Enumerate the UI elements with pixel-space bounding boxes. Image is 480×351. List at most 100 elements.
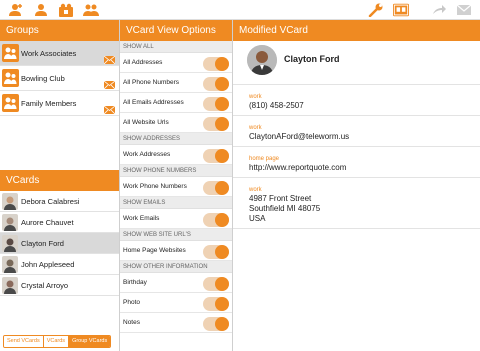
group-row[interactable]: Family Members	[0, 91, 119, 116]
option-label: Photo	[123, 299, 140, 306]
option-section-header: SHOW ADDRESSES	[120, 133, 232, 145]
option-toggle[interactable]	[203, 97, 229, 111]
option-row: Work Emails	[120, 209, 232, 229]
group-row[interactable]: Bowling Club	[0, 66, 119, 91]
avatar	[2, 256, 18, 273]
modified-vcard-panel: Modified VCard Clayton Ford work (810) 45…	[233, 20, 480, 351]
option-row: Work Addresses	[120, 145, 232, 165]
option-section-header: SHOW OTHER INFORMATION	[120, 261, 232, 273]
toggle-knob	[215, 77, 229, 91]
contact-icon[interactable]	[33, 3, 49, 17]
option-label: All Addresses	[123, 59, 163, 66]
option-toggle[interactable]	[203, 117, 229, 131]
option-row: All Phone Numbers	[120, 73, 232, 93]
vcard-list: Debora Calabresi Aurore Chauvet Clayton Fo…	[0, 191, 119, 296]
option-toggle[interactable]	[203, 181, 229, 195]
forward-icon[interactable]	[431, 3, 447, 17]
vcards-header: VCards	[0, 170, 119, 191]
vcard-field: home page http://www.reportquote.com	[233, 147, 480, 178]
avatar	[2, 235, 18, 252]
vcard-field: work ClaytonAFord@teleworm.us	[233, 116, 480, 147]
field-label: home page	[249, 156, 280, 162]
group-list: Work Associates Bowling Club Family Member…	[0, 41, 119, 116]
add-contact-icon[interactable]	[8, 3, 24, 17]
toggle-knob	[215, 277, 229, 291]
option-label: Work Phone Numbers	[123, 183, 187, 190]
toggle-knob	[215, 317, 229, 331]
contact-name: Clayton Ford	[284, 54, 340, 64]
vcard-row[interactable]: Clayton Ford	[0, 233, 119, 254]
option-toggle[interactable]	[203, 213, 229, 227]
field-value: 4987 Front Street Southfield MI 48075 US…	[249, 194, 321, 223]
option-toggle[interactable]	[203, 245, 229, 259]
segment-send-vcards[interactable]: Send VCards	[4, 336, 44, 347]
vcard-row[interactable]: Debora Calabresi	[0, 191, 119, 212]
group-people-icon	[2, 69, 19, 87]
toggle-knob	[215, 57, 229, 71]
segment-vcards[interactable]: VCards	[43, 336, 70, 347]
view-options-panel: VCard View Options SHOW ALL All Addresses…	[120, 20, 233, 351]
group-label: Bowling Club	[21, 74, 65, 83]
field-value: ClaytonAFord@teleworm.us	[249, 132, 350, 141]
option-toggle[interactable]	[203, 317, 229, 331]
option-section-header: SHOW EMAILS	[120, 197, 232, 209]
option-section-header: SHOW PHONE NUMBERS	[120, 165, 232, 177]
field-label: work	[249, 187, 262, 193]
toolbar	[0, 0, 480, 20]
option-toggle[interactable]	[203, 297, 229, 311]
option-label: All Website Urls	[123, 119, 169, 126]
group-label: Family Members	[21, 99, 77, 108]
option-row: Work Phone Numbers	[120, 177, 232, 197]
option-label: Home Page Websites	[123, 247, 186, 254]
option-label: Work Emails	[123, 215, 160, 222]
option-toggle[interactable]	[203, 149, 229, 163]
group-people-icon	[2, 44, 19, 62]
field-value: (810) 458-2507	[249, 101, 304, 110]
groups-header: Groups	[0, 20, 119, 41]
groups-panel: Groups Work Associates Bowling Club Family…	[0, 20, 120, 351]
toggle-knob	[215, 213, 229, 227]
option-label: Notes	[123, 319, 140, 326]
send-group-mail-icon[interactable]	[103, 49, 116, 65]
vcard-icon[interactable]	[393, 3, 411, 17]
option-toggle[interactable]	[203, 277, 229, 291]
field-value: http://www.reportquote.com	[249, 163, 347, 172]
wrench-icon[interactable]	[368, 3, 384, 17]
option-row: All Website Urls	[120, 113, 232, 133]
option-section-header: SHOW ALL	[120, 41, 232, 53]
vcard-field: work 4987 Front Street Southfield MI 4807…	[233, 178, 480, 229]
toggle-knob	[215, 117, 229, 131]
options-list: SHOW ALL All Addresses All Phone Numbers Al…	[120, 41, 232, 333]
send-group-mail-icon[interactable]	[103, 74, 116, 90]
vcard-row[interactable]: Aurore Chauvet	[0, 212, 119, 233]
group-contacts-icon[interactable]	[58, 3, 74, 17]
group-icon[interactable]	[83, 3, 99, 17]
option-row: All Addresses	[120, 53, 232, 73]
vcard-name: Clayton Ford	[21, 239, 64, 248]
option-label: Birthday	[123, 279, 147, 286]
avatar	[2, 214, 18, 231]
toggle-knob	[215, 297, 229, 311]
option-toggle[interactable]	[203, 77, 229, 91]
group-people-icon	[2, 94, 19, 112]
send-group-mail-icon[interactable]	[103, 99, 116, 115]
group-row[interactable]: Work Associates	[0, 41, 119, 66]
option-label: All Phone Numbers	[123, 79, 179, 86]
contact-header: Clayton Ford	[233, 41, 480, 85]
option-row: Home Page Websites	[120, 241, 232, 261]
modified-vcard-header: Modified VCard	[233, 20, 480, 41]
option-toggle[interactable]	[203, 57, 229, 71]
segment-group-vcards[interactable]: Group VCards	[69, 336, 111, 347]
vcard-row[interactable]: Crystal Arroyo	[0, 275, 119, 296]
field-label: work	[249, 94, 262, 100]
toggle-knob	[215, 149, 229, 163]
option-row: Birthday	[120, 273, 232, 293]
option-row: Photo	[120, 293, 232, 313]
group-label: Work Associates	[21, 49, 77, 58]
vcard-row[interactable]: John Appleseed	[0, 254, 119, 275]
mail-icon[interactable]	[456, 3, 472, 17]
toggle-knob	[215, 97, 229, 111]
option-label: Work Addresses	[123, 151, 171, 158]
vcard-mode-segmented-control: Send VCards VCards Group VCards	[3, 335, 112, 348]
avatar	[2, 193, 18, 210]
